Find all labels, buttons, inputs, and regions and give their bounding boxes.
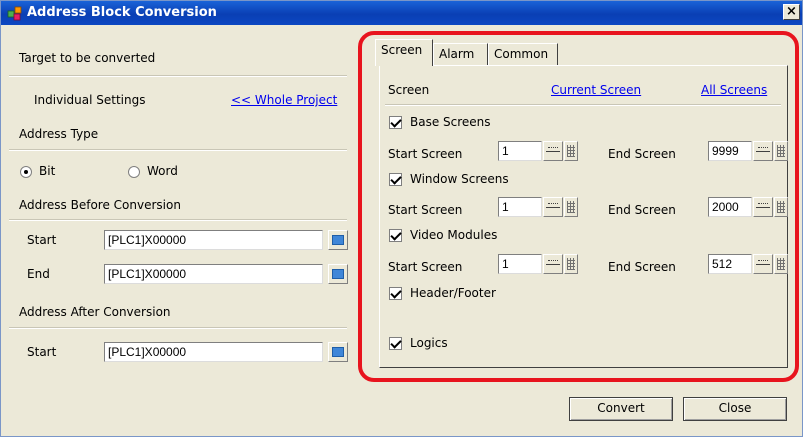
- all-screens-link[interactable]: All Screens: [701, 83, 767, 97]
- spinner-icon[interactable]: [543, 197, 563, 217]
- radio-bit-label: Bit: [39, 164, 56, 178]
- address-after-label: Address After Conversion: [19, 305, 171, 319]
- video-end-label: End Screen: [608, 260, 676, 274]
- keypad-icon[interactable]: [564, 254, 578, 274]
- divider: [385, 104, 781, 106]
- base-screens-checkbox[interactable]: [389, 116, 402, 129]
- spinner-icon[interactable]: [753, 254, 773, 274]
- keypad-icon[interactable]: [774, 254, 788, 274]
- keypad-icon[interactable]: [564, 141, 578, 161]
- close-icon[interactable]: ×: [783, 4, 800, 20]
- radio-word-label: Word: [147, 164, 178, 178]
- base-screens-label: Base Screens: [410, 115, 491, 129]
- address-block-conversion-dialog: Address Block Conversion × Target to be …: [0, 0, 803, 437]
- keypad-icon[interactable]: [774, 197, 788, 217]
- window-end-label: End Screen: [608, 203, 676, 217]
- divider: [9, 75, 347, 77]
- close-button[interactable]: Close: [683, 397, 787, 421]
- spinner-icon[interactable]: [753, 141, 773, 161]
- spinner-icon[interactable]: [543, 141, 563, 161]
- app-icon: [7, 6, 22, 21]
- logics-checkbox[interactable]: [389, 337, 402, 350]
- radio-word[interactable]: [128, 166, 140, 178]
- header-footer-checkbox[interactable]: [389, 287, 402, 300]
- video-modules-checkbox[interactable]: [389, 229, 402, 242]
- window-screens-checkbox[interactable]: [389, 173, 402, 186]
- divider: [9, 149, 347, 151]
- radio-bit[interactable]: [20, 166, 32, 178]
- spinner-icon[interactable]: [753, 197, 773, 217]
- logics-label: Logics: [410, 336, 448, 350]
- after-start-label: Start: [27, 345, 57, 359]
- base-end-field[interactable]: 9999: [708, 141, 752, 161]
- window-title: Address Block Conversion: [27, 5, 217, 20]
- keypad-icon[interactable]: [328, 230, 348, 250]
- tab-common[interactable]: Common: [488, 43, 558, 65]
- address-type-label: Address Type: [19, 127, 99, 141]
- video-start-label: Start Screen: [388, 260, 463, 274]
- video-start-field[interactable]: 1: [498, 254, 542, 274]
- end-label: End: [27, 267, 50, 281]
- keypad-icon[interactable]: [328, 264, 348, 284]
- whole-project-link[interactable]: << Whole Project: [231, 93, 337, 107]
- video-modules-label: Video Modules: [410, 228, 498, 242]
- after-start-address-field[interactable]: [PLC1]X00000: [104, 342, 323, 362]
- convert-button[interactable]: Convert: [569, 397, 673, 421]
- window-start-field[interactable]: 1: [498, 197, 542, 217]
- keypad-icon[interactable]: [774, 141, 788, 161]
- title-bar: Address Block Conversion ×: [1, 1, 802, 25]
- window-start-label: Start Screen: [388, 203, 463, 217]
- address-before-label: Address Before Conversion: [19, 198, 181, 212]
- base-end-label: End Screen: [608, 147, 676, 161]
- start-label: Start: [27, 233, 57, 247]
- end-address-field[interactable]: [PLC1]X00000: [104, 264, 323, 284]
- keypad-icon[interactable]: [564, 197, 578, 217]
- spinner-icon[interactable]: [543, 254, 563, 274]
- divider: [9, 327, 347, 329]
- individual-settings-label: Individual Settings: [34, 93, 146, 107]
- tab-screen[interactable]: Screen: [375, 39, 433, 66]
- window-screens-label: Window Screens: [410, 172, 509, 186]
- start-address-field[interactable]: [PLC1]X00000: [104, 230, 323, 250]
- base-start-label: Start Screen: [388, 147, 463, 161]
- window-end-field[interactable]: 2000: [708, 197, 752, 217]
- target-label: Target to be converted: [19, 51, 156, 65]
- divider: [9, 219, 347, 221]
- header-footer-label: Header/Footer: [410, 286, 496, 300]
- base-start-field[interactable]: 1: [498, 141, 542, 161]
- current-screen-link[interactable]: Current Screen: [551, 83, 641, 97]
- keypad-icon[interactable]: [328, 342, 348, 362]
- tab-alarm[interactable]: Alarm: [433, 43, 488, 65]
- screen-heading: Screen: [388, 83, 430, 97]
- video-end-field[interactable]: 512: [708, 254, 752, 274]
